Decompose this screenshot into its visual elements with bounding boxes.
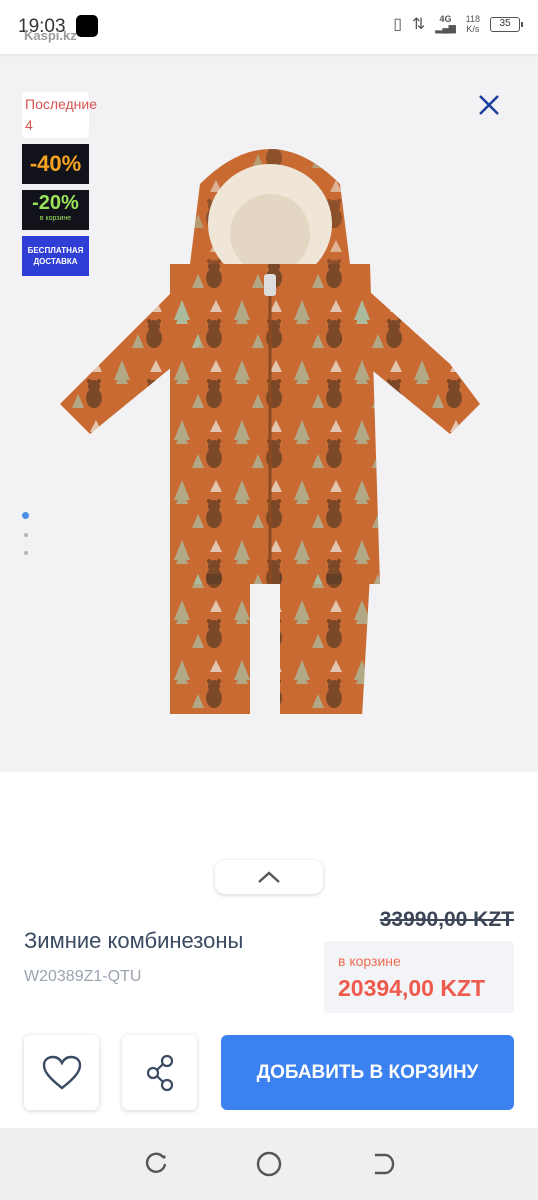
heart-icon (42, 1055, 81, 1090)
gallery-pagination (22, 512, 29, 555)
home-icon (256, 1151, 282, 1177)
cart-price-label: в корзине (338, 953, 401, 969)
pagination-dot-active[interactable] (22, 512, 29, 519)
chevron-up-icon (258, 871, 280, 883)
cart-price-box: в корзине 20394,00 KZT (324, 941, 514, 1013)
expand-details-button[interactable] (215, 860, 323, 894)
status-bar: 19:03 Kaspi.kz ▯ ⇅ 4G ▂▄▆ 118 K/s 35 (0, 0, 538, 54)
product-sku: W20389Z1-QTU (24, 968, 142, 985)
notification-icon (76, 15, 98, 37)
favorite-button[interactable] (24, 1035, 99, 1110)
cart-price: 20394,00 KZT (338, 975, 486, 1001)
back-icon (374, 1153, 394, 1175)
system-nav-bar (0, 1128, 538, 1200)
speed-value: 118 (465, 14, 480, 24)
pagination-dot[interactable] (23, 533, 28, 537)
product-title: Зимние комбинезоны (24, 928, 244, 953)
recent-apps-button[interactable] (136, 1144, 176, 1184)
status-icons: ▯ ⇅ 4G ▂▄▆ 118 K/s 35 (393, 14, 523, 34)
signal-icon: 4G ▂▄▆ (435, 14, 456, 33)
product-image[interactable] (50, 114, 490, 714)
speed-unit: K/s (466, 24, 480, 34)
brand-watermark: Kaspi.kz (24, 28, 77, 43)
share-button[interactable] (122, 1035, 197, 1110)
network-type: 4G (439, 14, 452, 24)
product-gallery[interactable]: Последние 4 -40% -20% в корзине БЕСПЛАТН… (0, 54, 538, 772)
battery-icon: 35 (490, 16, 523, 32)
home-button[interactable] (249, 1144, 289, 1184)
data-transfer-icon: ⇅ (412, 16, 426, 33)
old-price: 33990,00 KZT (379, 908, 514, 931)
back-button[interactable] (362, 1144, 402, 1184)
share-icon (146, 1054, 173, 1091)
speed-indicator: 118 K/s (466, 14, 480, 34)
pagination-dot[interactable] (23, 551, 28, 555)
recent-apps-icon (146, 1152, 167, 1173)
vibrate-icon: ▯ (393, 16, 402, 33)
add-to-cart-button[interactable]: ДОБАВИТЬ В КОРЗИНУ (221, 1035, 514, 1110)
